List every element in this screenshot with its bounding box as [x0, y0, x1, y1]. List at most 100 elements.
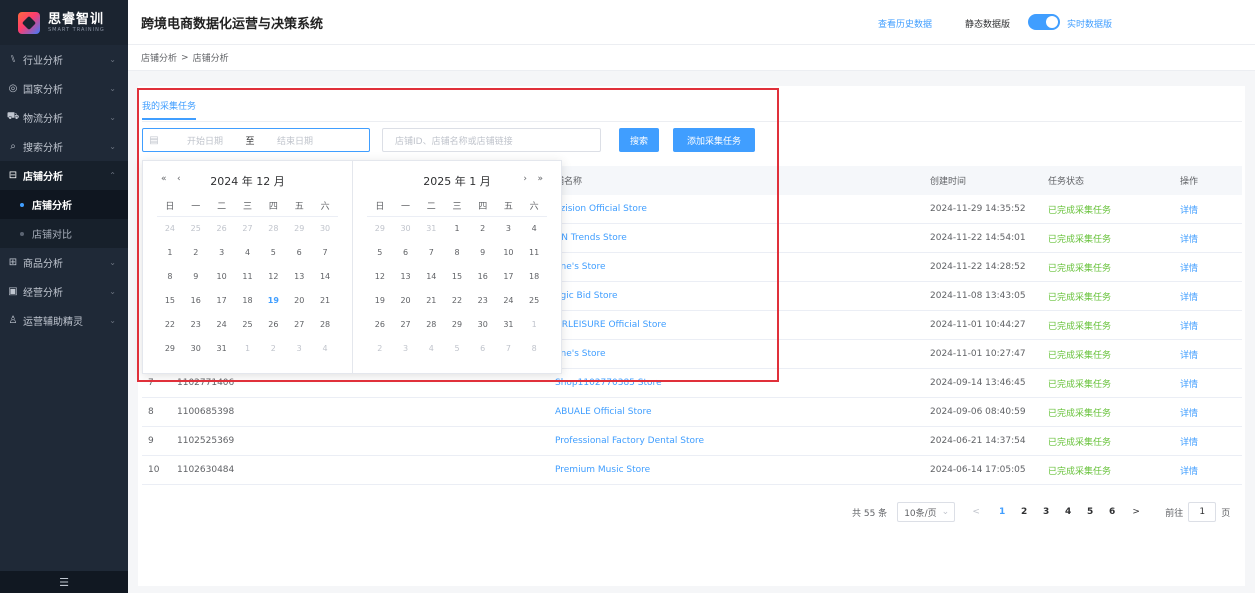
store-name-link[interactable]: Premium Music Store [555, 465, 650, 475]
sidebar-item-2[interactable]: ⛟ 物流分析 ⌄ [0, 103, 128, 132]
sidebar-subitem-1[interactable]: 店铺对比 [0, 219, 128, 248]
calendar-day[interactable]: 2 [367, 337, 393, 361]
calendar-day[interactable]: 24 [157, 217, 183, 241]
calendar-day[interactable]: 21 [312, 289, 338, 313]
details-link[interactable]: 详情 [1180, 261, 1198, 274]
page-number[interactable]: 1 [991, 507, 1013, 517]
calendar-day[interactable]: 29 [367, 217, 393, 241]
goto-page-input[interactable]: 1 [1188, 502, 1217, 522]
calendar-day[interactable]: 22 [444, 289, 470, 313]
store-name-link[interactable]: agic Bid Store [555, 291, 618, 301]
page-size-select[interactable]: 10条/页 ⌄ [897, 502, 956, 522]
calendar-day[interactable]: 11 [235, 265, 261, 289]
date-range-picker[interactable]: ▤ 开始日期 至 结束日期 [142, 128, 370, 152]
calendar-day[interactable]: 27 [393, 313, 419, 337]
prev-year-button[interactable]: « [161, 174, 167, 184]
end-date-input[interactable]: 结束日期 [265, 134, 325, 147]
store-name-link[interactable]: one's Store [555, 349, 606, 359]
calendar-day[interactable]: 13 [393, 265, 419, 289]
details-link[interactable]: 详情 [1180, 464, 1198, 477]
calendar-day[interactable]: 26 [209, 217, 235, 241]
calendar-day[interactable]: 4 [418, 337, 444, 361]
add-task-button[interactable]: 添加采集任务 [673, 128, 755, 152]
calendar-day[interactable]: 3 [496, 217, 522, 241]
calendar-day[interactable]: 3 [286, 337, 312, 361]
calendar-day[interactable]: 6 [393, 241, 419, 265]
store-name-link[interactable]: Professional Factory Dental Store [555, 436, 704, 446]
details-link[interactable]: 详情 [1180, 435, 1198, 448]
sidebar-item-0[interactable]: ⑊ 行业分析 ⌄ [0, 45, 128, 74]
calendar-day[interactable]: 30 [312, 217, 338, 241]
calendar-day[interactable]: 25 [521, 289, 547, 313]
details-link[interactable]: 详情 [1180, 377, 1198, 390]
calendar-day[interactable]: 15 [444, 265, 470, 289]
calendar-day[interactable]: 12 [367, 265, 393, 289]
page-number[interactable]: 4 [1057, 507, 1079, 517]
sidebar-item-7[interactable]: ♙ 运营辅助精灵 ⌄ [0, 306, 128, 335]
prev-month-button[interactable]: ‹ [177, 174, 181, 184]
calendar-day[interactable]: 4 [235, 241, 261, 265]
calendar-day[interactable]: 14 [418, 265, 444, 289]
calendar-day[interactable]: 9 [470, 241, 496, 265]
calendar-day[interactable]: 1 [521, 313, 547, 337]
prev-page-button[interactable]: < [969, 507, 983, 517]
calendar-day[interactable]: 30 [183, 337, 209, 361]
search-button[interactable]: 搜索 [619, 128, 659, 152]
calendar-day[interactable]: 30 [393, 217, 419, 241]
page-number[interactable]: 2 [1013, 507, 1035, 517]
calendar-day[interactable]: 20 [393, 289, 419, 313]
calendar-day[interactable]: 3 [209, 241, 235, 265]
calendar-day[interactable]: 1 [235, 337, 261, 361]
sidebar-item-5[interactable]: ⊞ 商品分析 ⌄ [0, 248, 128, 277]
calendar-day[interactable]: 11 [521, 241, 547, 265]
calendar-day[interactable]: 4 [312, 337, 338, 361]
sidebar-subitem-0[interactable]: 店铺分析 [0, 190, 128, 219]
details-link[interactable]: 详情 [1180, 290, 1198, 303]
calendar-day[interactable]: 17 [496, 265, 522, 289]
sidebar-item-6[interactable]: ▣ 经营分析 ⌄ [0, 277, 128, 306]
calendar-day[interactable]: 25 [235, 313, 261, 337]
calendar-day[interactable]: 5 [260, 241, 286, 265]
breadcrumb-parent[interactable]: 店铺分析 [141, 51, 177, 64]
calendar-day[interactable]: 26 [367, 313, 393, 337]
calendar-day[interactable]: 31 [418, 217, 444, 241]
sidebar-item-3[interactable]: ⌕ 搜索分析 ⌄ [0, 132, 128, 161]
calendar-day[interactable]: 3 [393, 337, 419, 361]
next-year-button[interactable]: » [537, 174, 543, 184]
store-name-link[interactable]: Shop1102770385 Store [555, 378, 662, 388]
calendar-day[interactable]: 7 [418, 241, 444, 265]
calendar-day[interactable]: 6 [470, 337, 496, 361]
store-name-link[interactable]: HRLEISURE Official Store [555, 320, 666, 330]
details-link[interactable]: 详情 [1180, 232, 1198, 245]
calendar-day[interactable]: 28 [312, 313, 338, 337]
calendar-day[interactable]: 23 [470, 289, 496, 313]
next-month-button[interactable]: › [523, 174, 527, 184]
calendar-day[interactable]: 8 [521, 337, 547, 361]
calendar-day[interactable]: 31 [209, 337, 235, 361]
calendar-day[interactable]: 22 [157, 313, 183, 337]
calendar-day[interactable]: 1 [157, 241, 183, 265]
calendar-day[interactable]: 16 [183, 289, 209, 313]
calendar-day[interactable]: 29 [444, 313, 470, 337]
details-link[interactable]: 详情 [1180, 203, 1198, 216]
sidebar-item-1[interactable]: ◎ 国家分析 ⌄ [0, 74, 128, 103]
calendar-day[interactable]: 28 [260, 217, 286, 241]
store-name-link[interactable]: ABUALE Official Store [555, 407, 652, 417]
calendar-day[interactable]: 16 [470, 265, 496, 289]
calendar-day[interactable]: 27 [286, 313, 312, 337]
details-link[interactable]: 详情 [1180, 406, 1198, 419]
calendar-day[interactable]: 7 [312, 241, 338, 265]
calendar-day[interactable]: 6 [286, 241, 312, 265]
calendar-day[interactable]: 21 [418, 289, 444, 313]
store-name-link[interactable]: one's Store [555, 262, 606, 272]
calendar-day[interactable]: 25 [183, 217, 209, 241]
calendar-day[interactable]: 17 [209, 289, 235, 313]
start-date-input[interactable]: 开始日期 [175, 134, 235, 147]
collapse-sidebar-button[interactable]: ☰ [0, 571, 128, 593]
calendar-day[interactable]: 2 [183, 241, 209, 265]
calendar-day[interactable]: 5 [367, 241, 393, 265]
calendar-day[interactable]: 29 [286, 217, 312, 241]
page-number[interactable]: 5 [1079, 507, 1101, 517]
next-page-button[interactable]: > [1129, 507, 1143, 517]
calendar-day[interactable]: 15 [157, 289, 183, 313]
